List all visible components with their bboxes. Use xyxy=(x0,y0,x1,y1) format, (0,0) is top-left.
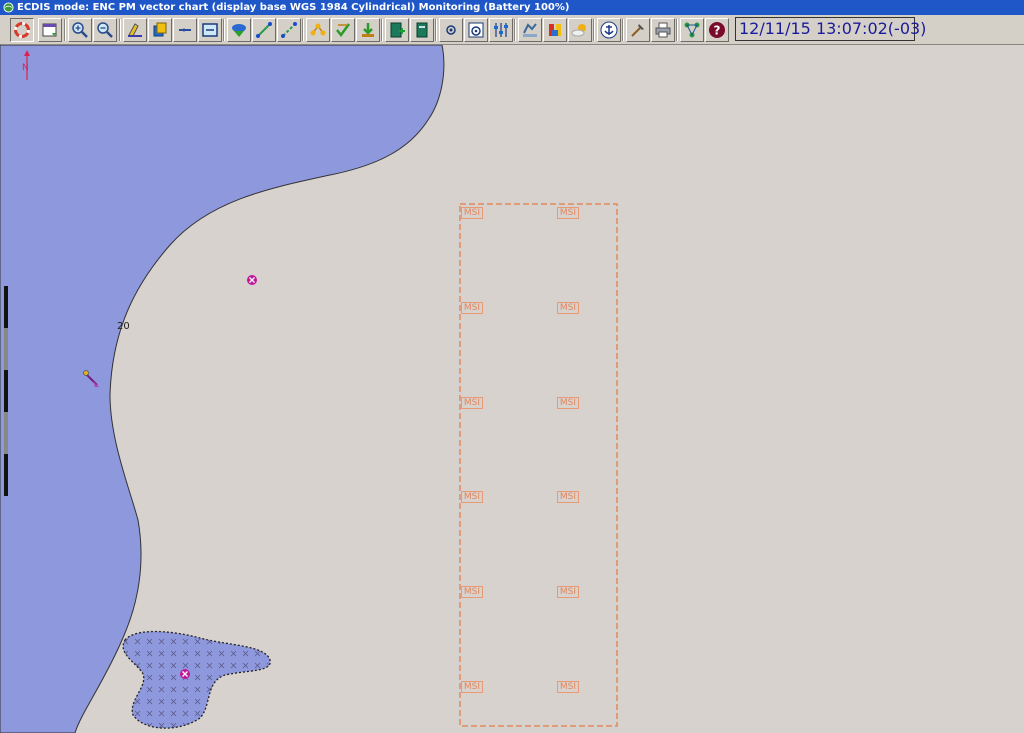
wreck-hazard-symbol[interactable] xyxy=(247,275,257,285)
msi-marker[interactable]: MSI xyxy=(461,397,483,409)
msi-marker[interactable]: MSI xyxy=(461,586,483,598)
ship-route-button[interactable] xyxy=(227,18,251,42)
zoom-out-button[interactable] xyxy=(93,18,117,42)
zoom-in-button[interactable] xyxy=(68,18,92,42)
anchor-icon xyxy=(600,21,618,39)
msi-marker[interactable]: MSI xyxy=(461,491,483,503)
weather-icon xyxy=(571,24,586,37)
north-label: N xyxy=(22,63,29,73)
sliders-icon xyxy=(494,23,508,37)
zoom-in-icon xyxy=(72,22,88,38)
msi-marker[interactable]: MSI xyxy=(461,681,483,693)
route-import-icon xyxy=(362,23,374,37)
zoom-out-icon xyxy=(97,22,113,38)
route-check-icon xyxy=(336,23,351,38)
network-button[interactable] xyxy=(680,18,704,42)
svg-text:?: ? xyxy=(714,24,721,38)
shoal-hatch xyxy=(123,631,271,729)
tools-icon xyxy=(631,24,644,37)
radar-button[interactable] xyxy=(464,18,488,42)
route-check-button[interactable] xyxy=(331,18,355,42)
target-icon xyxy=(446,25,456,35)
tide-button[interactable] xyxy=(518,18,542,42)
msi-marker[interactable]: MSI xyxy=(557,397,579,409)
waypoints-icon xyxy=(310,23,326,36)
book-icon xyxy=(416,22,428,38)
help-button[interactable]: ? xyxy=(705,18,729,42)
route-line-button[interactable] xyxy=(277,18,301,42)
water-area xyxy=(0,45,445,733)
ship-route-icon xyxy=(232,24,246,37)
layers-icon xyxy=(153,22,167,37)
datetime-display: 12/11/15 13:07:02(-03) xyxy=(735,17,926,41)
target-button[interactable] xyxy=(439,18,463,42)
msi-marker[interactable]: MSI xyxy=(557,207,579,219)
chart-symbol-button[interactable] xyxy=(173,18,197,42)
title-bar: ECDIS mode: ENC PM vector chart (display… xyxy=(0,0,1024,15)
msi-marker[interactable]: MSI xyxy=(461,302,483,314)
lifebuoy-icon xyxy=(14,22,30,38)
sliders-button[interactable] xyxy=(489,18,513,42)
route-edit-icon xyxy=(256,22,272,38)
app-globe-icon xyxy=(3,2,14,13)
current-icon xyxy=(549,24,561,36)
radar-icon xyxy=(468,22,484,38)
chart-canvas: N xyxy=(0,45,618,733)
waypoints-button[interactable] xyxy=(306,18,330,42)
printer-icon xyxy=(655,22,671,38)
printer-button[interactable] xyxy=(651,18,675,42)
msi-marker[interactable]: MSI xyxy=(557,491,579,503)
msi-marker[interactable]: MSI xyxy=(557,586,579,598)
chart-frame-icon xyxy=(202,23,218,37)
msi-area-boundary xyxy=(459,203,618,727)
network-icon xyxy=(684,22,700,38)
chart-symbol-icon xyxy=(179,28,191,32)
main-toolbar: ? 12/11/15 13:07:02(-03) xyxy=(0,15,1024,45)
help-icon: ? xyxy=(709,22,725,38)
book-add-icon xyxy=(390,22,405,38)
paint-button[interactable] xyxy=(123,18,147,42)
calendar-button[interactable] xyxy=(38,18,62,42)
paint-icon xyxy=(128,23,142,37)
shoal-hazard-symbol[interactable] xyxy=(180,669,190,679)
window-title: ECDIS mode: ENC PM vector chart (display… xyxy=(17,2,570,13)
route-line-icon xyxy=(281,22,297,38)
book-add-button[interactable] xyxy=(385,18,409,42)
route-import-button[interactable] xyxy=(356,18,380,42)
depth-contour-label: 20 xyxy=(117,321,130,332)
route-edit-button[interactable] xyxy=(252,18,276,42)
msi-marker[interactable]: MSI xyxy=(557,302,579,314)
layers-button[interactable] xyxy=(148,18,172,42)
weather-button[interactable] xyxy=(568,18,592,42)
calendar-icon xyxy=(42,23,57,37)
lifebuoy-button[interactable] xyxy=(10,18,34,42)
current-button[interactable] xyxy=(543,18,567,42)
anchor-button[interactable] xyxy=(597,18,621,42)
msi-marker[interactable]: MSI xyxy=(461,207,483,219)
tide-icon xyxy=(523,23,537,37)
msi-marker[interactable]: MSI xyxy=(557,681,579,693)
tools-button[interactable] xyxy=(626,18,650,42)
nautical-chart[interactable]: N 20 MSI MSI MSI MSI MSI MSI MSI MSI MSI… xyxy=(0,45,1024,733)
book-button[interactable] xyxy=(410,18,434,42)
scale-bar xyxy=(4,286,8,496)
chart-frame-button[interactable] xyxy=(198,18,222,42)
